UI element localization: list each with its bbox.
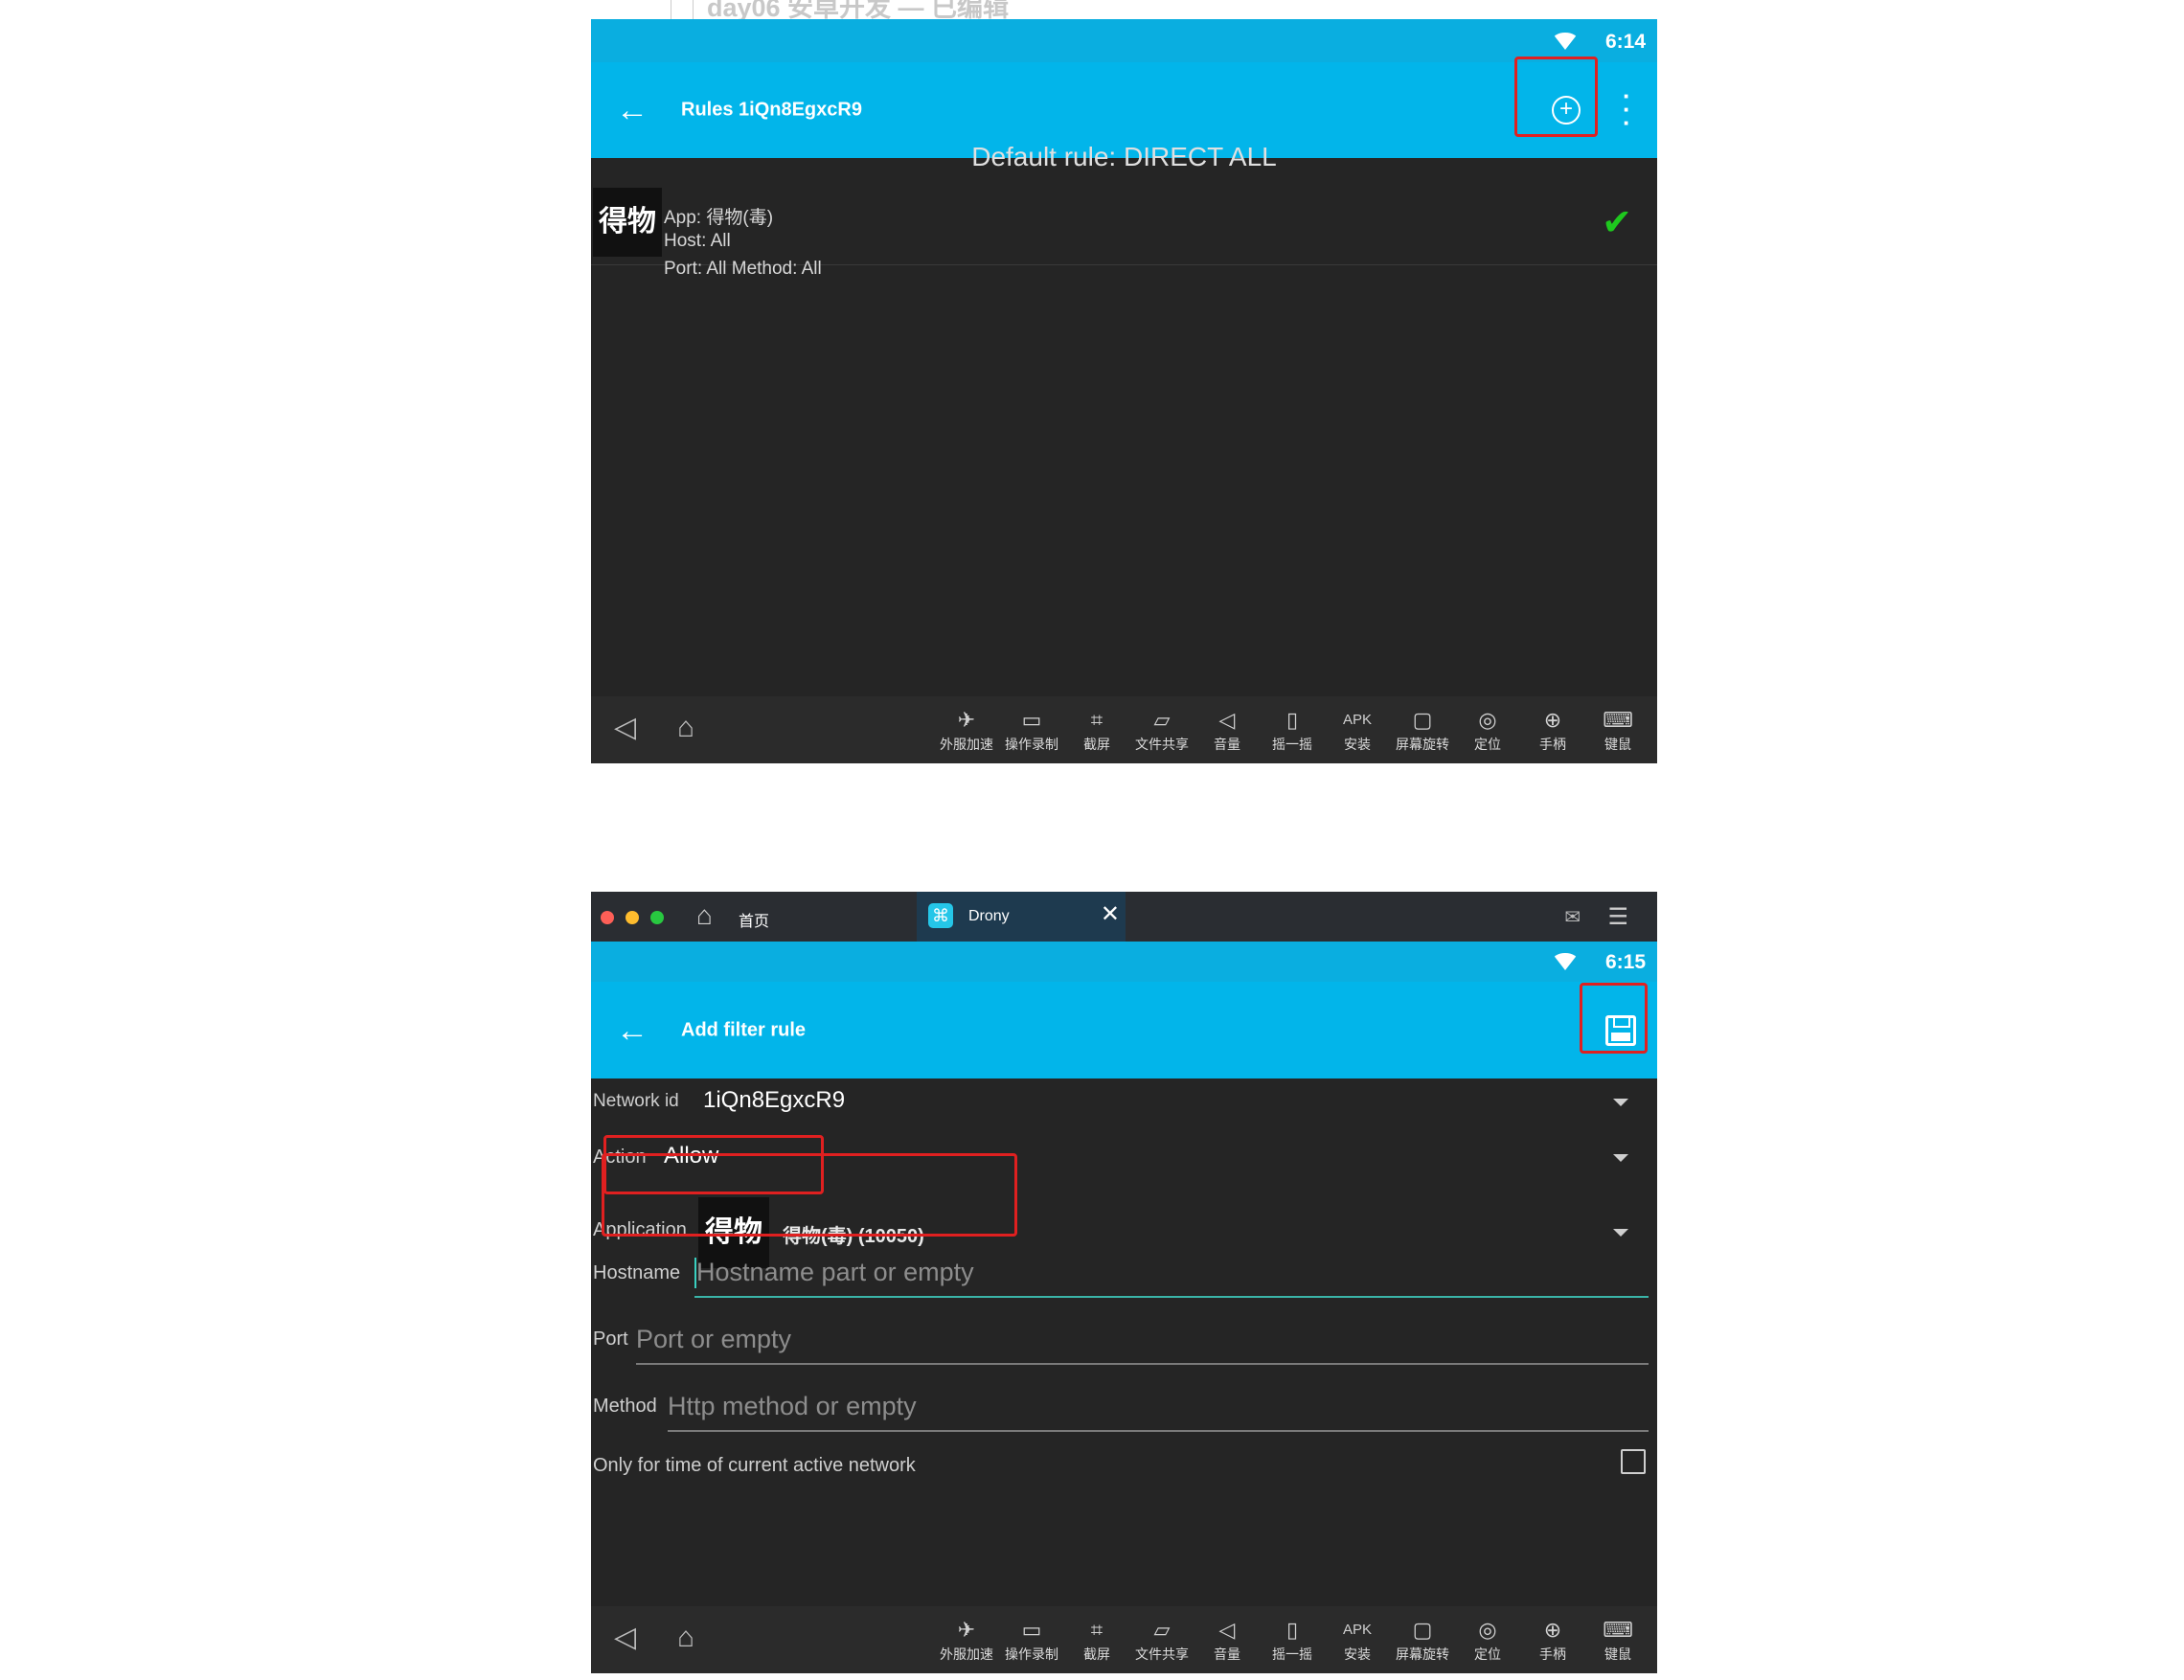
shake-icon: ▯ (1285, 708, 1299, 732)
tab-drony[interactable]: ⌘ Drony ✕ (917, 892, 1126, 942)
location-icon: ◎ (1478, 708, 1497, 732)
method-input[interactable]: Http method or empty (668, 1388, 1649, 1432)
video-icon: ▭ (1021, 1618, 1042, 1642)
app-icon: 得物 (593, 188, 662, 257)
folder-icon: ▱ (1153, 708, 1171, 732)
port-label: Port (593, 1328, 628, 1350)
highlight-save-button (1580, 983, 1648, 1054)
apk-icon: APK (1342, 712, 1372, 728)
page-title: Add filter rule (681, 1019, 807, 1040)
tool-gamepad[interactable]: ⊕ 手柄 (1524, 706, 1581, 754)
rule-port-method: Port: All Method: All (664, 259, 822, 279)
emulator-toolbar: ◁ ⌂ ✈ 外服加速 ▭ 操作录制 ⌗ 截屏 ▱ 文件共享 ◁ 音量 ▯ 摇一摇 APK 安装… (591, 1606, 1657, 1673)
rocket-icon: ✈ (957, 1618, 976, 1642)
rotate-icon: ▢ (1412, 708, 1433, 732)
home-icon: ⌂ (696, 900, 713, 930)
keyboard-icon: ⌨ (1603, 1618, 1633, 1642)
app-bar: ← Add filter rule (591, 982, 1657, 1078)
method-label: Method (593, 1396, 657, 1417)
crop-icon: ⌗ (1090, 1618, 1103, 1642)
emulator-toolbar: ◁ ⌂ ✈ 外服加速 ▭ 操作录制 ⌗ 截屏 ▱ 文件共享 ◁ 音量 ▯ 摇一摇 APK 安装… (591, 696, 1657, 763)
highlight-add-button (1514, 57, 1598, 137)
close-tab-icon[interactable]: ✕ (1101, 903, 1120, 926)
nav-home-icon[interactable]: ⌂ (677, 714, 694, 742)
status-time: 6:15 (1604, 951, 1646, 973)
network-id-value: 1iQn8EgxcR9 (703, 1087, 846, 1113)
hostname-label: Hostname (593, 1262, 681, 1283)
rule-list-item[interactable]: 得物 App: 得物(毒) Host: All Port: All Method… (591, 180, 1657, 279)
tool-install[interactable]: APK 安装 (1329, 706, 1386, 754)
dropdown-arrow-icon (1613, 1154, 1628, 1162)
tool-boost[interactable]: ✈ 外服加速 (938, 1616, 995, 1664)
tool-rotate[interactable]: ▢ 屏幕旋转 (1394, 706, 1451, 754)
tool-screenshot[interactable]: ⌗ 截屏 (1068, 1616, 1126, 1664)
tool-keyboard[interactable]: ⌨ 键鼠 (1589, 1616, 1647, 1664)
highlight-application (602, 1153, 1017, 1237)
tool-gamepad[interactable]: ⊕ 手柄 (1524, 1616, 1581, 1664)
close-window-button[interactable] (601, 911, 614, 924)
network-id-label: Network id (593, 1091, 679, 1111)
overflow-menu-icon[interactable]: · · · (1623, 83, 1631, 135)
tool-location[interactable]: ◎ 定位 (1459, 706, 1516, 754)
location-icon: ◎ (1478, 1618, 1497, 1642)
tool-shake[interactable]: ▯ 摇一摇 (1263, 706, 1321, 754)
page-title: Rules 1iQn8EgxcR9 (681, 99, 862, 121)
status-bar: 6:15 (591, 942, 1657, 982)
tool-rotate[interactable]: ▢ 屏幕旋转 (1394, 1616, 1451, 1664)
status-time: 6:14 (1604, 31, 1646, 53)
tab-home[interactable]: ⌂ 首页 (696, 892, 917, 942)
only-active-checkbox[interactable] (1621, 1449, 1646, 1474)
back-arrow-icon[interactable]: ← (616, 94, 648, 126)
menu-icon[interactable]: ☰ (1607, 903, 1628, 931)
tool-volume[interactable]: ◁ 音量 (1198, 706, 1256, 754)
network-id-select[interactable]: Network id 1iQn8EgxcR9 (591, 1081, 1657, 1129)
tool-shake[interactable]: ▯ 摇一摇 (1263, 1616, 1321, 1664)
crop-icon: ⌗ (1090, 708, 1103, 732)
rules-screen: 6:14 ← Rules 1iQn8EgxcR9 + · · · Default r… (591, 19, 1657, 763)
wifi-icon (1552, 33, 1579, 50)
gamepad-icon: ⊕ (1543, 1618, 1562, 1642)
rotate-icon: ▢ (1412, 1618, 1433, 1642)
tool-record[interactable]: ▭ 操作录制 (1003, 1616, 1060, 1664)
keyboard-icon: ⌨ (1603, 708, 1633, 732)
only-active-label: Only for time of current active network (593, 1455, 916, 1476)
apk-icon: APK (1342, 1622, 1372, 1638)
tool-screenshot[interactable]: ⌗ 截屏 (1068, 706, 1126, 754)
gamepad-icon: ⊕ (1543, 708, 1562, 732)
rule-app: App: 得物(毒) (664, 208, 774, 228)
tool-install[interactable]: APK 安装 (1329, 1616, 1386, 1664)
hostname-input[interactable]: Hostname part or empty (694, 1254, 1649, 1298)
tool-record[interactable]: ▭ 操作录制 (1003, 706, 1060, 754)
back-arrow-icon[interactable]: ← (616, 1014, 648, 1047)
tool-location[interactable]: ◎ 定位 (1459, 1616, 1516, 1664)
status-bar: 6:14 (591, 19, 1657, 62)
add-filter-rule-screen: ⌂ 首页 ⌘ Drony ✕ ✉ ☰ 6:15 ← Add filter rul… (591, 892, 1657, 1673)
folder-icon: ▱ (1153, 1618, 1171, 1642)
tool-keyboard[interactable]: ⌨ 键鼠 (1589, 706, 1647, 754)
volume-icon: ◁ (1218, 708, 1236, 732)
drony-app-icon: ⌘ (928, 903, 953, 928)
shake-icon: ▯ (1285, 1618, 1299, 1642)
minimize-window-button[interactable] (626, 911, 639, 924)
nav-back-icon[interactable]: ◁ (614, 1623, 636, 1652)
mail-icon[interactable]: ✉ (1564, 905, 1581, 929)
tool-file-share[interactable]: ▱ 文件共享 (1133, 1616, 1191, 1664)
tool-boost[interactable]: ✈ 外服加速 (938, 706, 995, 754)
maximize-window-button[interactable] (650, 911, 664, 924)
checkmark-icon: ✔ (1602, 203, 1632, 243)
dropdown-arrow-icon (1613, 1099, 1628, 1106)
nav-home-icon[interactable]: ⌂ (677, 1623, 694, 1652)
port-input[interactable]: Port or empty (636, 1321, 1649, 1365)
volume-icon: ◁ (1218, 1618, 1236, 1642)
rule-host: Host: All (664, 231, 731, 251)
rocket-icon: ✈ (957, 708, 976, 732)
wifi-icon (1552, 953, 1579, 970)
default-rule-text: Default rule: DIRECT ALL (971, 142, 1277, 171)
dropdown-arrow-icon (1613, 1229, 1628, 1237)
nav-back-icon[interactable]: ◁ (614, 714, 636, 742)
tool-file-share[interactable]: ▱ 文件共享 (1133, 706, 1191, 754)
emulator-title-bar: ⌂ 首页 ⌘ Drony ✕ ✉ ☰ (591, 892, 1657, 942)
video-icon: ▭ (1021, 708, 1042, 732)
tool-volume[interactable]: ◁ 音量 (1198, 1616, 1256, 1664)
